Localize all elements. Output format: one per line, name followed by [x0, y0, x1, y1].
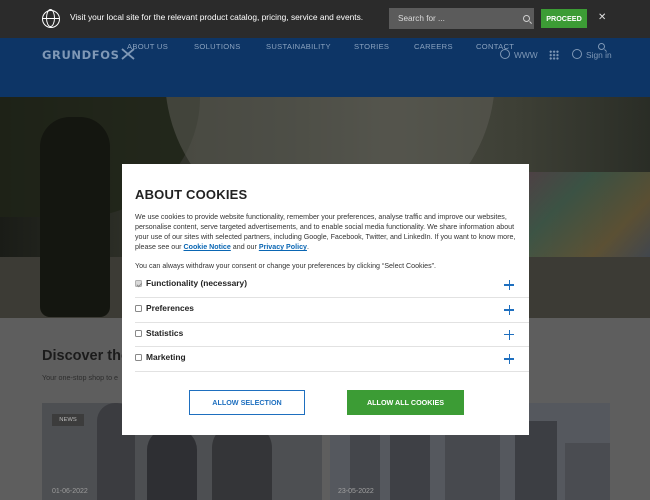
grundfos-logo[interactable]: GRUNDFOS	[42, 48, 120, 62]
functionality-checkbox	[135, 280, 142, 287]
cookie-category-label: Functionality (necessary)	[146, 278, 247, 288]
local-site-message: Visit your local site for the relevant p…	[70, 12, 364, 22]
allow-selection-button[interactable]: ALLOW SELECTION	[189, 390, 305, 415]
allow-all-cookies-button[interactable]: ALLOW ALL COOKIES	[347, 390, 464, 415]
cookie-dialog: ABOUT COOKIES We use cookies to provide …	[122, 164, 529, 435]
cookie-notice-link[interactable]: Cookie Notice	[184, 243, 231, 251]
site-selector-link[interactable]: WWW	[514, 50, 538, 60]
search-icon[interactable]	[523, 15, 530, 22]
nav-stories[interactable]: STORIES	[354, 42, 389, 51]
marketing-checkbox[interactable]	[135, 354, 142, 361]
discover-heading: Discover the	[42, 348, 130, 364]
cookie-category-marketing[interactable]: Marketing	[135, 347, 529, 372]
cookie-category-statistics[interactable]: Statistics	[135, 323, 529, 347]
sign-in-link[interactable]: Sign in	[586, 50, 612, 60]
preferences-checkbox[interactable]	[135, 305, 142, 312]
expand-plus-icon[interactable]	[504, 329, 514, 340]
expand-plus-icon[interactable]	[504, 280, 514, 290]
expand-plus-icon[interactable]	[504, 354, 514, 364]
cookie-dialog-title: ABOUT COOKIES	[135, 187, 248, 202]
cookie-category-label: Marketing	[146, 352, 186, 362]
expand-plus-icon[interactable]	[504, 305, 514, 315]
nav-about-us[interactable]: ABOUT US	[127, 42, 168, 51]
cookie-dialog-note: You can always withdraw your consent or …	[135, 262, 436, 270]
globe-icon	[42, 9, 60, 28]
city-card-date: 23-05-2022	[338, 488, 374, 495]
news-badge: NEWS	[52, 414, 84, 426]
nav-contact[interactable]: CONTACT	[476, 42, 514, 51]
cookie-category-functionality[interactable]: Functionality (necessary)	[135, 273, 529, 298]
privacy-policy-link[interactable]: Privacy Policy	[259, 243, 307, 251]
local-site-search-input[interactable]	[389, 8, 517, 29]
nav-solutions[interactable]: SOLUTIONS	[194, 42, 241, 51]
cookie-dialog-description: We use cookies to provide website functi…	[135, 213, 516, 251]
discover-subtitle: Your one-stop shop to e	[42, 373, 119, 382]
nav-sustainability[interactable]: SUSTAINABILITY	[266, 42, 331, 51]
cookie-category-label: Statistics	[146, 327, 184, 338]
news-card-date: 01-06-2022	[52, 488, 88, 495]
apps-grid-icon[interactable]	[549, 50, 559, 60]
cookie-category-label: Preferences	[146, 303, 194, 313]
local-site-bar: Visit your local site for the relevant p…	[0, 0, 650, 38]
statistics-checkbox[interactable]	[135, 329, 142, 337]
local-site-search	[389, 8, 534, 29]
user-icon	[572, 49, 582, 59]
cookie-category-preferences[interactable]: Preferences	[135, 298, 529, 323]
nav-careers[interactable]: CAREERS	[414, 42, 453, 51]
proceed-button[interactable]: PROCEED	[541, 9, 587, 28]
close-icon[interactable]: ✕	[598, 13, 606, 23]
nav-search-icon[interactable]	[598, 43, 605, 50]
